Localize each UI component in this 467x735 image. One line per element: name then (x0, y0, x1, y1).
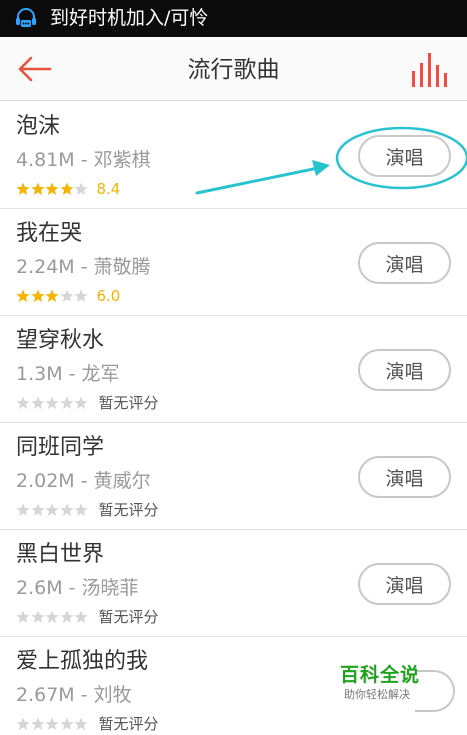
sing-button[interactable]: 演唱 (358, 563, 451, 605)
song-row[interactable]: 泡沫 4.81M - 邓紫棋 8.4 演唱 (0, 102, 467, 209)
song-rating: 暂无评分 (16, 713, 159, 735)
song-size-singer: 4.81M - 邓紫棋 (16, 149, 151, 171)
star-empty-icon (45, 717, 59, 730)
star-empty-icon (74, 396, 88, 409)
star-filled-icon (60, 182, 73, 195)
song-list: 泡沫 4.81M - 邓紫棋 8.4 演唱 我在哭 2.24M - 萧敬腾 6.… (0, 102, 467, 735)
star-empty-icon (74, 503, 88, 516)
song-row[interactable]: 同班同学 2.02M - 黄威尔 暂无评分 演唱 (0, 423, 467, 530)
star-empty-icon (45, 610, 59, 623)
no-rating-label: 暂无评分 (98, 608, 159, 626)
song-title: 我在哭 (16, 221, 83, 246)
star-empty-icon (74, 289, 88, 302)
sing-button[interactable]: 演唱 (358, 456, 451, 498)
star-empty-icon (16, 503, 30, 516)
bar-chart-icon[interactable] (409, 49, 449, 89)
song-rating: 暂无评分 (16, 606, 159, 628)
sing-button[interactable]: 演唱 (358, 135, 451, 177)
song-rating: 8.4 (16, 178, 120, 200)
song-title: 同班同学 (16, 435, 105, 460)
rating-stars (16, 503, 89, 517)
song-title: 泡沫 (16, 114, 61, 139)
star-empty-icon (60, 396, 73, 409)
song-size-singer: 2.02M - 黄威尔 (16, 470, 151, 492)
rating-stars (16, 610, 89, 624)
song-title: 爱上孤独的我 (16, 649, 149, 674)
rating-score: 8.4 (96, 180, 121, 198)
star-empty-icon (31, 503, 44, 516)
rating-stars (16, 182, 89, 196)
song-size-singer: 2.24M - 萧敬腾 (16, 256, 151, 278)
rating-stars (16, 396, 89, 410)
song-rating: 暂无评分 (16, 499, 159, 521)
star-empty-icon (16, 717, 30, 730)
song-row[interactable]: 黑白世界 2.6M - 汤晓菲 暂无评分 演唱 (0, 530, 467, 637)
star-empty-icon (45, 396, 59, 409)
star-empty-icon (45, 503, 59, 516)
star-filled-icon (45, 289, 59, 302)
no-rating-label: 暂无评分 (98, 501, 159, 519)
sing-button[interactable]: 演唱 (358, 349, 451, 391)
sing-button[interactable]: 演唱 (358, 242, 451, 284)
song-row[interactable]: 望穿秋水 1.3M - 龙军 暂无评分 演唱 (0, 316, 467, 423)
no-rating-label: 暂无评分 (98, 715, 159, 733)
page-title: 流行歌曲 (187, 57, 280, 83)
title-bar: 流行歌曲 (0, 37, 467, 101)
no-rating-label: 暂无评分 (98, 394, 159, 412)
star-empty-icon (60, 289, 73, 302)
watermark-logo: 百科全说 助你轻松解决 (340, 663, 430, 707)
song-rating: 暂无评分 (16, 392, 159, 414)
star-empty-icon (16, 396, 30, 409)
headset-notification-icon (16, 8, 36, 27)
watermark-subtitle: 助你轻松解决 (344, 688, 410, 701)
star-empty-icon (31, 717, 44, 730)
star-empty-icon (74, 610, 88, 623)
star-empty-icon (60, 717, 73, 730)
rating-stars (16, 717, 89, 731)
star-empty-icon (16, 610, 30, 623)
star-empty-icon (31, 610, 44, 623)
star-filled-icon (31, 182, 44, 195)
rating-stars (16, 289, 89, 303)
star-empty-icon (74, 182, 88, 195)
star-filled-icon (16, 289, 30, 302)
status-bar: 到好时机加入/可怜 (0, 0, 467, 37)
star-filled-icon (31, 289, 44, 302)
song-title: 望穿秋水 (16, 328, 105, 353)
song-row[interactable]: 我在哭 2.24M - 萧敬腾 6.0 演唱 (0, 209, 467, 316)
song-size-singer: 2.67M - 刘牧 (16, 684, 132, 706)
star-empty-icon (74, 717, 88, 730)
star-filled-icon (45, 182, 59, 195)
star-empty-icon (60, 503, 73, 516)
star-empty-icon (60, 610, 73, 623)
watermark-title: 百科全说 (340, 664, 421, 686)
star-filled-icon (16, 182, 30, 195)
star-empty-icon (31, 396, 44, 409)
notification-text: 到好时机加入/可怜 (50, 7, 209, 29)
song-rating: 6.0 (16, 285, 120, 307)
song-size-singer: 1.3M - 龙军 (16, 363, 120, 385)
song-size-singer: 2.6M - 汤晓菲 (16, 577, 139, 599)
song-title: 黑白世界 (16, 542, 105, 567)
rating-score: 6.0 (96, 287, 121, 305)
